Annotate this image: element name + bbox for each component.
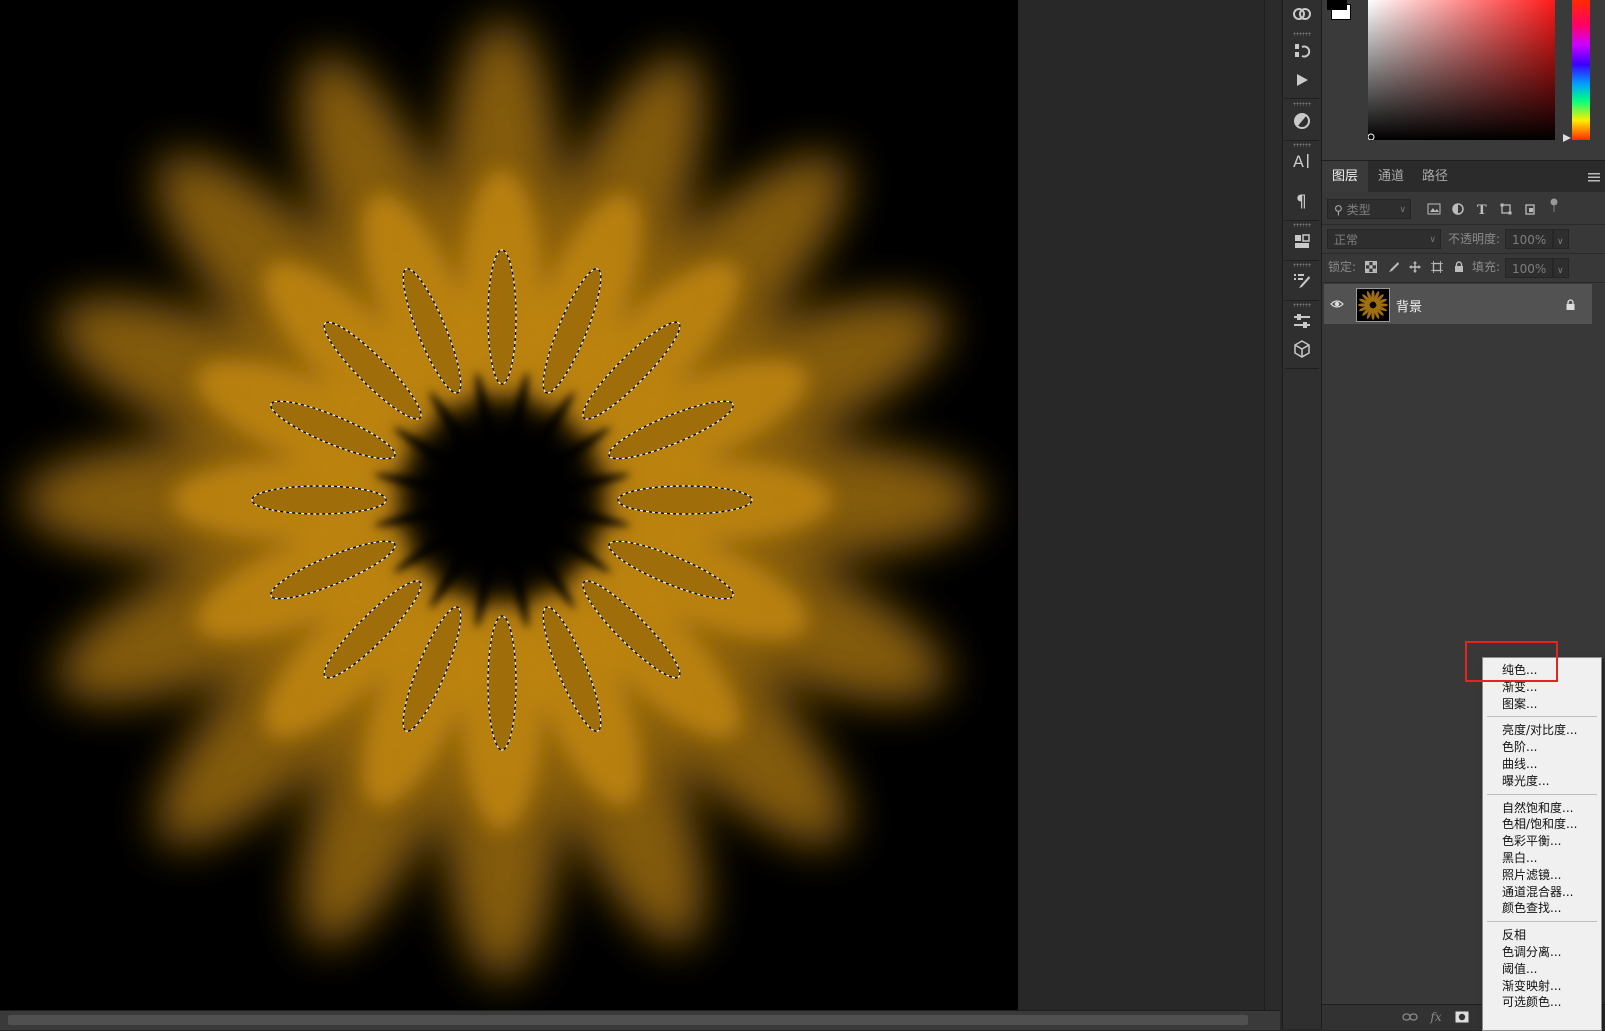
menu-item[interactable]: 色调分离... — [1502, 944, 1561, 961]
menu-item[interactable]: 阈值... — [1502, 961, 1537, 978]
3d-icon[interactable] — [1289, 336, 1315, 362]
lock-artboard-icon[interactable] — [1429, 259, 1445, 275]
libraries-icon[interactable] — [1289, 228, 1315, 254]
menu-separator — [1487, 716, 1597, 718]
chevron-down-icon: ∨ — [1557, 266, 1564, 276]
pasteboard — [1018, 0, 1264, 1010]
filter-shape-icon[interactable] — [1498, 201, 1514, 217]
panel-grip[interactable] — [1293, 143, 1311, 147]
chevron-down-icon: ∨ — [1557, 237, 1564, 247]
opacity-value: 100% — [1512, 233, 1547, 247]
filter-pixel-icon[interactable] — [1426, 201, 1442, 217]
new-adjustment-layer-menu: 纯色... 渐变... 图案... 亮度/对比度... 色阶... 曲线... 曝光度...… — [1482, 657, 1602, 1031]
fill-input[interactable]: 100% — [1505, 258, 1553, 278]
add-mask-icon[interactable] — [1454, 1009, 1470, 1025]
svg-text:¶: ¶ — [1296, 192, 1307, 210]
properties-icon[interactable] — [1289, 308, 1315, 334]
flower-artwork — [22, 20, 982, 980]
fill-dropdown-button[interactable]: ∨ — [1553, 258, 1569, 278]
chevron-down-icon: ∨ — [1429, 235, 1436, 245]
menu-item[interactable]: 渐变映射... — [1502, 978, 1561, 995]
menu-item[interactable]: 色阶... — [1502, 739, 1537, 756]
adjustments-icon[interactable] — [1289, 108, 1315, 134]
vertical-scrollbar[interactable] — [1264, 0, 1281, 1010]
filter-kind-label: 类型 — [1346, 203, 1371, 217]
lock-icon — [1562, 297, 1578, 313]
menu-item[interactable]: 颜色查找... — [1502, 900, 1561, 917]
layer-thumbnail — [1356, 288, 1390, 322]
lock-position-icon[interactable] — [1407, 259, 1423, 275]
menu-item[interactable]: 色相/饱和度... — [1502, 816, 1578, 833]
blend-mode-select[interactable]: 正常 ∨ — [1327, 229, 1441, 249]
panel-grip[interactable] — [1293, 32, 1311, 36]
panel-icon-strip: A ¶ — [1282, 0, 1322, 1029]
paragraph-icon[interactable]: ¶ — [1289, 188, 1315, 214]
filter-toggle-icon[interactable] — [1546, 198, 1562, 214]
eye-icon[interactable] — [1329, 296, 1345, 312]
fill-label: 填充: — [1472, 260, 1501, 274]
panel-grip[interactable] — [1293, 102, 1311, 106]
filter-smart-object-icon[interactable] — [1522, 201, 1538, 217]
brush-settings-icon[interactable] — [1289, 268, 1315, 294]
character-icon[interactable]: A — [1289, 148, 1315, 174]
menu-item[interactable]: 可选颜色... — [1502, 994, 1561, 1011]
filter-type-icon[interactable]: T — [1474, 201, 1490, 217]
menu-item[interactable]: 黑白... — [1502, 850, 1537, 867]
menu-separator — [1487, 793, 1597, 795]
menu-item[interactable]: 曲线... — [1502, 756, 1537, 773]
horizontal-scrollbar[interactable] — [0, 1010, 1280, 1030]
blend-mode-value: 正常 — [1334, 233, 1359, 247]
menu-item[interactable]: 色彩平衡... — [1502, 833, 1561, 850]
menu-item[interactable]: 照片滤镜... — [1502, 867, 1561, 884]
menu-separator — [1487, 921, 1597, 923]
lock-transparent-pixels-icon[interactable] — [1363, 259, 1379, 275]
scrollbar-thumb[interactable] — [8, 1015, 1248, 1025]
document-canvas[interactable] — [0, 0, 1018, 1010]
lock-row: 锁定: 填充: 100% ∨ — [1322, 253, 1605, 283]
fx-icon[interactable]: fx — [1428, 1009, 1444, 1025]
search-icon: ⚲ — [1334, 203, 1343, 217]
opacity-dropdown-button[interactable]: ∨ — [1553, 229, 1569, 249]
chevron-down-icon: ∨ — [1399, 205, 1406, 215]
filter-adjustment-icon[interactable] — [1450, 201, 1466, 217]
opacity-input[interactable]: 100% — [1505, 229, 1553, 249]
menu-item[interactable]: 图案... — [1502, 696, 1537, 713]
menu-item[interactable]: 自然饱和度... — [1502, 800, 1573, 817]
color-picker-field[interactable] — [1368, 0, 1555, 140]
foreground-color-swatch[interactable] — [1327, 0, 1347, 10]
panel-grip[interactable] — [1293, 263, 1311, 267]
panel-menu-icon[interactable] — [1586, 169, 1602, 185]
filter-kind-select[interactable]: ⚲ 类型 ∨ — [1327, 199, 1411, 219]
lock-image-pixels-icon[interactable] — [1385, 259, 1401, 275]
fill-value: 100% — [1512, 262, 1547, 276]
panel-grip[interactable] — [1293, 223, 1311, 227]
blend-mode-row: 正常 ∨ 不透明度: 100% ∨ — [1322, 224, 1605, 254]
lock-all-icon[interactable] — [1451, 259, 1467, 275]
annotation-highlight-box — [1465, 641, 1558, 682]
creative-cloud-icon[interactable] — [1289, 0, 1315, 26]
menu-item[interactable]: 反相 — [1502, 927, 1526, 944]
layers-panel-tabs: 图层 通道 路径 — [1322, 161, 1605, 193]
lock-label: 锁定: — [1328, 260, 1357, 274]
layer-name: 背景 — [1396, 300, 1423, 315]
history-icon[interactable] — [1289, 38, 1315, 64]
hue-slider[interactable] — [1572, 0, 1590, 140]
link-layers-icon[interactable] — [1402, 1009, 1418, 1025]
opacity-label: 不透明度: — [1448, 232, 1501, 246]
actions-play-icon[interactable] — [1289, 67, 1315, 93]
hue-slider-handle[interactable] — [1563, 134, 1573, 144]
menu-item[interactable]: 亮度/对比度... — [1502, 722, 1578, 739]
menu-item[interactable]: 曝光度... — [1502, 773, 1549, 790]
tab-paths[interactable]: 路径 — [1412, 161, 1458, 192]
tab-channels[interactable]: 通道 — [1368, 161, 1414, 192]
panel-grip[interactable] — [1293, 303, 1311, 307]
layer-filter-row: ⚲ 类型 ∨ T — [1322, 192, 1605, 225]
tab-layers[interactable]: 图层 — [1322, 161, 1369, 192]
svg-text:T: T — [1477, 203, 1487, 215]
svg-text:A: A — [1293, 152, 1304, 170]
menu-item[interactable]: 通道混合器... — [1502, 884, 1573, 901]
